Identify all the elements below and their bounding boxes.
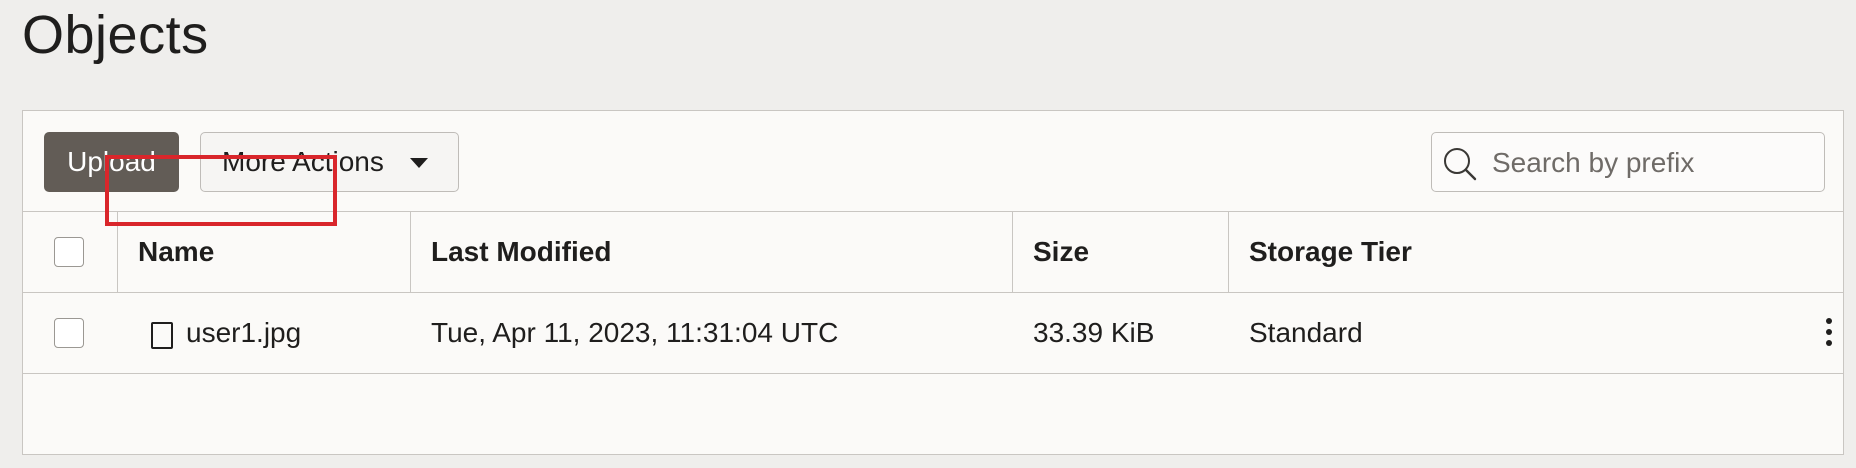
search-icon [1444, 148, 1477, 181]
column-divider [1012, 212, 1013, 292]
size-value: 33.39 KiB [1033, 317, 1155, 348]
caret-down-icon [410, 158, 428, 168]
search-input[interactable] [1490, 133, 1814, 193]
page-title: Objects [22, 5, 209, 65]
last-modified-value: Tue, Apr 11, 2023, 11:31:04 UTC [431, 317, 839, 348]
table-row: user1.jpg Tue, Apr 11, 2023, 11:31:04 UT… [23, 292, 1843, 374]
column-header-storage-tier[interactable]: Storage Tier [1249, 212, 1412, 292]
objects-table: Name Last Modified Size Storage Tier use… [23, 211, 1843, 374]
column-divider [410, 212, 411, 292]
column-divider [1228, 212, 1229, 292]
file-icon [151, 322, 173, 349]
object-name-link[interactable]: user1.jpg [186, 293, 301, 373]
row-select-checkbox[interactable] [54, 318, 84, 348]
select-all-checkbox[interactable] [54, 237, 84, 267]
column-header-size[interactable]: Size [1033, 212, 1089, 292]
search-box[interactable] [1431, 132, 1825, 193]
column-header-last-modified[interactable]: Last Modified [431, 212, 611, 292]
storage-tier-value: Standard [1249, 317, 1363, 348]
highlight-box [105, 155, 337, 226]
kebab-menu-icon[interactable] [1826, 318, 1834, 350]
